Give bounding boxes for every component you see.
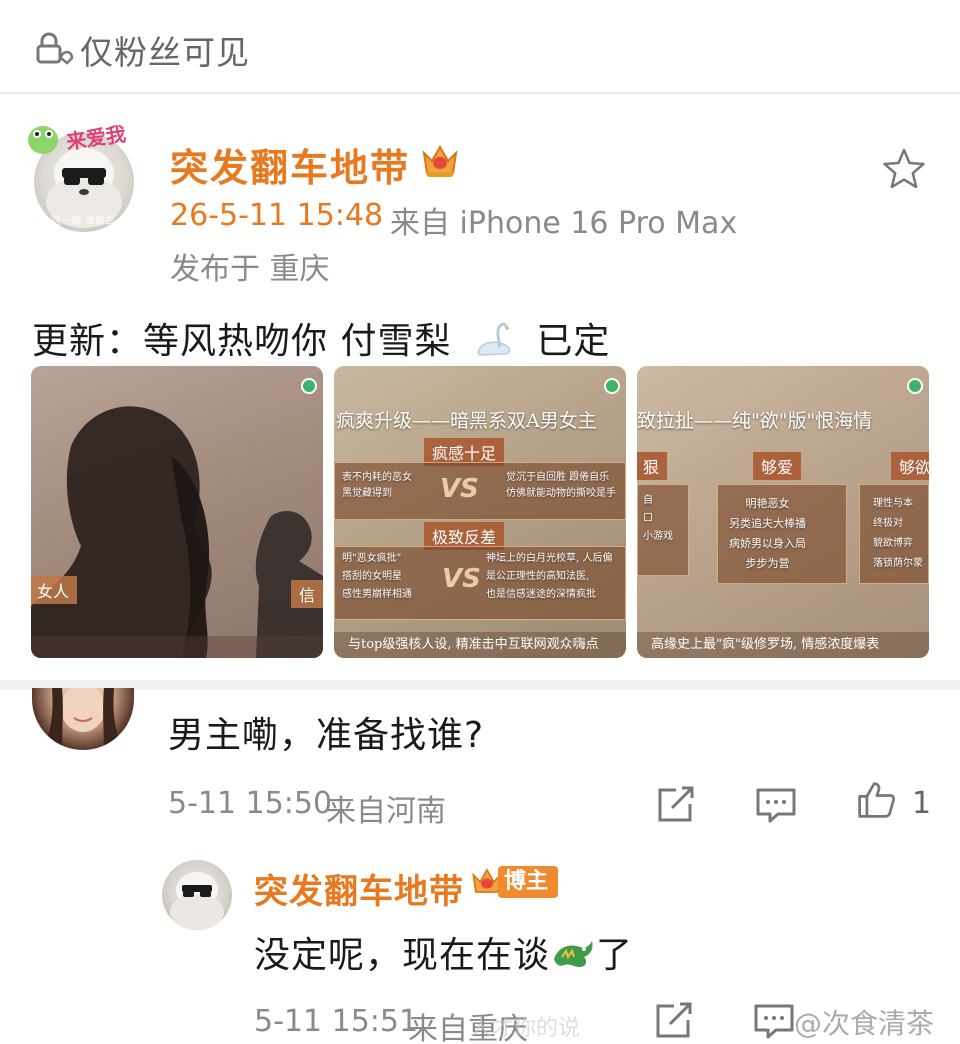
- image-1-label: 女人: [31, 576, 78, 604]
- image-3-tag2: 够欲: [891, 452, 929, 480]
- post-image-3[interactable]: 致拉扯——纯"欲"版"恨海情 狠 够爱 够欲 自 口 小游戏 明艳恶女 另类追夫…: [637, 366, 929, 658]
- lock-people-icon: [36, 32, 74, 65]
- author-badge: 博主: [498, 866, 559, 898]
- author-name[interactable]: 突发翻车地带: [170, 137, 410, 192]
- image-2-row1-left: 表不内耗的恶女 黑觉藏得到: [342, 472, 412, 499]
- image-2-row2-left: 明"恶女疯批" 搭刮的女明星 感性男崩样相通: [342, 553, 412, 600]
- image-2-caption: 与top级强核人设, 精准击中互联网观众嗨点: [334, 632, 626, 658]
- video-badge-icon: [301, 378, 317, 394]
- frog-sticker-icon: [28, 126, 58, 154]
- video-badge-icon: [604, 378, 620, 394]
- reply-text-after: 了: [596, 935, 634, 976]
- post-source: 来自 iPhone 16 Pro Max: [390, 206, 738, 241]
- vs-label: VS: [442, 564, 481, 594]
- thumbs-up-icon[interactable]: [854, 780, 898, 820]
- image-3-headline: 致拉扯——纯"欲"版"恨海情: [637, 410, 873, 432]
- post-image-1[interactable]: 女人 信: [31, 366, 323, 658]
- reply-text-before: 没定呢，现在在谈: [254, 935, 551, 976]
- section-divider: [0, 680, 960, 690]
- commenter-avatar[interactable]: [32, 688, 134, 750]
- image-3-box-left: 自 口 小游戏: [643, 495, 673, 542]
- image-2-row1-right: 觉沉于自回胜 跟倦自乐 仿佛就能动物的撕咬是手: [506, 472, 616, 499]
- post-text: 更新：等风热吻你 付雪梨 已定: [32, 312, 610, 364]
- image-2-row2-right: 神坛上的白月光校草, 人后偏 是公正理性的高知法医, 也是信感迷途的深情疯批: [486, 553, 613, 600]
- reply-author-avatar[interactable]: [162, 860, 232, 930]
- share-icon[interactable]: [654, 784, 698, 824]
- comment-text: 男主嘞，准备找谁?: [168, 715, 485, 756]
- star-icon[interactable]: [880, 146, 928, 192]
- post-text-after: 已定: [536, 321, 611, 362]
- comment-icon[interactable]: [752, 1000, 796, 1040]
- post-image-2[interactable]: 疯爽升级——暗黑系双A男女主 疯感十足 VS 表不内耗的恶女 黑觉藏得到 觉沉于…: [334, 366, 626, 658]
- dragon-icon: [554, 941, 593, 967]
- image-3-tag1: 够爱: [753, 452, 802, 480]
- avatar-caption: 这一截 谁敢去: [51, 216, 115, 227]
- comment-time: 5-11 15:50: [168, 786, 333, 821]
- like-count: 1: [912, 786, 932, 821]
- image-3-caption: 高缘史上最"疯"级修罗场, 情感浓度爆表: [637, 632, 929, 658]
- privacy-label: 仅粉丝可见: [80, 33, 250, 72]
- reply-author-name[interactable]: 突发翻车地带: [254, 864, 464, 913]
- comment-source: 来自河南: [326, 794, 446, 829]
- share-icon[interactable]: [652, 1000, 696, 1040]
- image-3-tag-left: 狠: [637, 452, 668, 480]
- image-2-headline: 疯爽升级——暗黑系双A男女主: [336, 410, 597, 432]
- vs-label: VS: [440, 474, 479, 504]
- image-3-box-right: 理性与本 终极对 貌欲博弈 落锁荫尔蒙: [873, 498, 923, 569]
- author-avatar[interactable]: 来爱我 这一截 谁敢去: [28, 118, 136, 234]
- image-3-box-mid: 明艳恶女 另类追夫大棒播 病娇男以身入局 步步为营: [729, 497, 806, 570]
- reply-time: 5-11 15:51: [254, 1004, 419, 1039]
- swan-icon: [477, 322, 510, 356]
- comment-icon[interactable]: [754, 784, 798, 824]
- faint-watermark: 人才你的说: [470, 1016, 581, 1041]
- watermark: @次食清茶: [794, 1007, 935, 1040]
- post-location: 发布于 重庆: [170, 252, 330, 287]
- post-text-before: 更新：等风热吻你 付雪梨: [32, 321, 452, 362]
- crown-icon: [422, 144, 458, 177]
- reply-text: 没定呢，现在在谈 了: [254, 926, 633, 978]
- image-1-side-label: 信: [290, 580, 323, 608]
- video-badge-icon: [907, 378, 923, 394]
- svg-text:来爱我: 来爱我: [64, 122, 128, 154]
- sticker-text: 来爱我: [64, 122, 128, 154]
- post-time: 26-5-11 15:48: [170, 198, 384, 233]
